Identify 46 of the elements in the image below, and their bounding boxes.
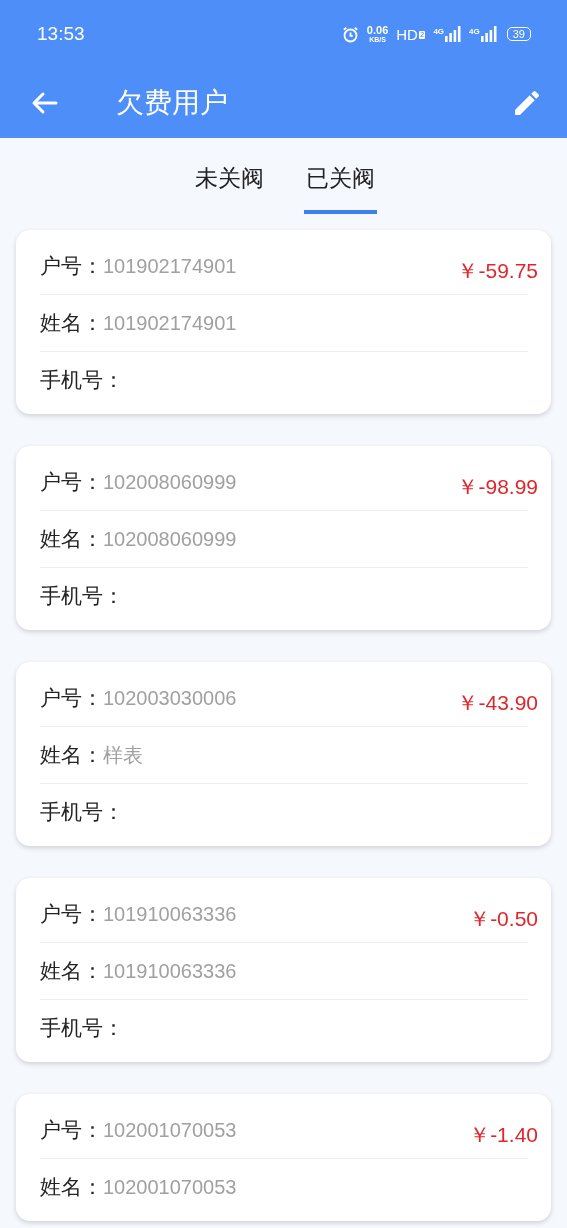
field-label: 户号： <box>40 469 103 496</box>
field-label: 姓名： <box>40 1174 103 1201</box>
network-speed: 0.06 <box>366 25 389 36</box>
amount: ￥-59.75 <box>457 258 538 284</box>
field-value: 102001070053 <box>103 1118 237 1142</box>
amount: ￥-43.90 <box>457 690 538 716</box>
field-label: 手机号： <box>40 367 124 394</box>
field-value: 101910063336 <box>103 959 237 983</box>
tab[interactable]: 未关阀 <box>193 158 266 214</box>
field-value: 102001070053 <box>103 1175 237 1199</box>
field-value: 102008060999 <box>103 470 237 494</box>
field-value: 101902174901 <box>103 311 237 335</box>
field-value: 样表 <box>103 742 143 768</box>
amount: ￥-1.40 <box>469 1122 538 1148</box>
page-title: 欠费用户 <box>116 85 229 121</box>
user-card[interactable]: 户号：102008060999 ￥-98.99 姓名：102008060999 手机号： <box>16 446 551 630</box>
alarm-icon <box>341 25 359 43</box>
field-label: 户号： <box>40 901 103 928</box>
signal-icon <box>480 26 497 42</box>
field-label: 姓名： <box>40 742 103 769</box>
tab[interactable]: 已关阀 <box>304 158 377 214</box>
amount: ￥-98.99 <box>457 474 538 500</box>
field-label: 姓名： <box>40 526 103 553</box>
field-label: 手机号： <box>40 583 124 610</box>
field-label: 手机号： <box>40 1015 124 1042</box>
field-label: 户号： <box>40 253 103 280</box>
amount: ￥-0.50 <box>469 906 538 932</box>
hd-label: HD <box>396 25 418 43</box>
status-time: 13:53 <box>37 23 85 45</box>
battery-indicator: 39 <box>506 27 531 41</box>
network-type: 4G <box>469 27 480 36</box>
network-type: 4G <box>433 27 445 36</box>
user-card[interactable]: 户号：101910063336 ￥-0.50 姓名：101910063336 手机号： <box>16 878 551 1062</box>
field-value: 102003030006 <box>103 686 237 710</box>
user-card[interactable]: 户号：102003030006 ￥-43.90 姓名：样表 手机号： <box>16 662 551 846</box>
user-card[interactable]: 户号：101902174901 ￥-59.75 姓名：101902174901 手机号： <box>16 230 551 414</box>
field-value: 102008060999 <box>103 527 237 551</box>
field-value: 101902174901 <box>103 254 237 278</box>
field-label: 户号： <box>40 1117 103 1144</box>
field-label: 户号： <box>40 685 103 712</box>
field-value: 101910063336 <box>103 902 237 926</box>
signal-icon <box>445 26 462 42</box>
user-card[interactable]: 户号：102001070053 ￥-1.40 姓名：102001070053 <box>16 1094 551 1221</box>
field-label: 手机号： <box>40 799 124 826</box>
field-label: 姓名： <box>40 310 103 337</box>
field-label: 姓名： <box>40 958 103 985</box>
